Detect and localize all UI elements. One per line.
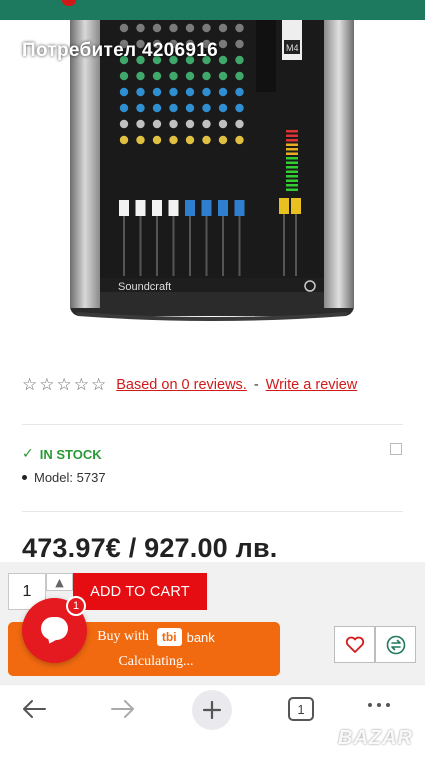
wishlist-button[interactable]: [334, 626, 375, 663]
new-tab-button[interactable]: [192, 690, 232, 730]
tbi-logo: tbi: [156, 628, 182, 646]
buy-with-label: Buy with: [97, 629, 149, 644]
stock-label: IN STOCK: [39, 446, 102, 462]
notification-dot: [62, 0, 76, 6]
back-button[interactable]: [14, 689, 54, 729]
add-to-cart-button[interactable]: ADD TO CART: [73, 573, 207, 610]
product-price: 473.97€ / 927.00 лв.: [22, 533, 278, 563]
seller-title: Потребител 4206916: [22, 40, 219, 61]
brand-logo: Soundcraft: [118, 281, 171, 293]
check-icon: ✓: [22, 446, 34, 462]
tbi-bank-label: bank: [186, 629, 215, 645]
model-badge: M4: [286, 43, 299, 53]
write-review-link[interactable]: Write a review: [266, 377, 358, 393]
compare-arrows-icon: [386, 635, 405, 654]
review-separator: -: [253, 377, 259, 393]
star-empty-icon: ☆: [22, 374, 38, 395]
bullet-icon: [22, 475, 27, 480]
divider: [22, 511, 403, 512]
plus-icon: [202, 700, 222, 720]
reviews-link[interactable]: Based on 0 reviews.: [116, 377, 247, 393]
model-info: Model: 5737: [22, 470, 106, 485]
star-empty-icon: ☆: [56, 374, 72, 395]
top-header-bar: [0, 0, 425, 20]
star-empty-icon: ☆: [39, 374, 55, 395]
model-label: Model: 5737: [34, 470, 106, 485]
forward-button[interactable]: [103, 689, 143, 729]
star-rating: ☆ ☆ ☆ ☆ ☆: [22, 374, 107, 395]
compare-button[interactable]: [375, 626, 416, 663]
more-menu-icon[interactable]: [368, 703, 390, 707]
quantity-increase-button[interactable]: ▲: [46, 573, 73, 591]
chat-unread-badge: 1: [66, 596, 86, 616]
mixer-illustration: M4 Soundcraft: [70, 20, 354, 321]
heart-icon: [345, 636, 364, 653]
star-empty-icon: ☆: [91, 374, 107, 395]
product-page: M4 Soundcraft Потребител 4206916 ☆ ☆ ☆ ☆…: [0, 0, 425, 768]
tabs-count-button[interactable]: 1: [288, 697, 314, 721]
arrow-right-icon: [111, 700, 134, 718]
rating-row: ☆ ☆ ☆ ☆ ☆ Based on 0 reviews. - Write a …: [22, 374, 412, 396]
product-image[interactable]: M4 Soundcraft Потребител 4206916: [0, 20, 425, 330]
arrow-left-icon: [23, 700, 46, 718]
star-empty-icon: ☆: [73, 374, 89, 395]
watermark-logo: BAZAR: [338, 727, 413, 749]
stock-status: ✓ IN STOCK: [22, 446, 102, 462]
divider: [22, 424, 403, 425]
compare-checkbox[interactable]: [390, 443, 402, 455]
